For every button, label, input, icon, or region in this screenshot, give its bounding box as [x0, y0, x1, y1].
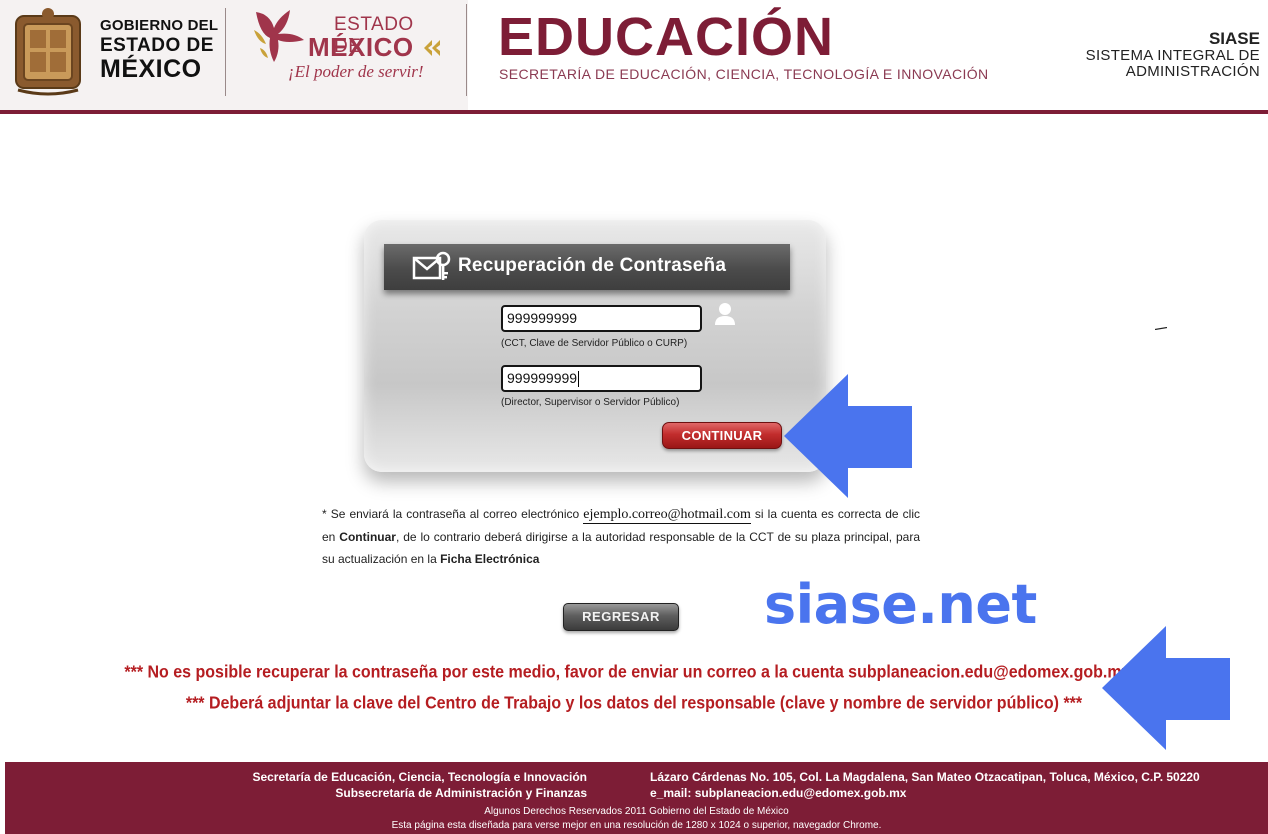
- siase-line2: SISTEMA INTEGRAL DE: [1085, 46, 1260, 64]
- user-id-value: 999999999: [507, 310, 578, 326]
- continue-button[interactable]: CONTINUAR: [662, 422, 782, 449]
- footer-resolution-note: Esta página esta diseñada para verse mej…: [391, 820, 882, 831]
- panel-title: Recuperación de Contraseña: [458, 255, 727, 276]
- header-divider: [466, 4, 467, 96]
- edomex-slogan: ¡El poder de servir!: [288, 62, 424, 81]
- gobierno-line2: ESTADO DE: [100, 35, 214, 56]
- gobierno-line1: GOBIERNO DEL: [100, 17, 219, 34]
- user-icon: [715, 303, 735, 325]
- back-button[interactable]: REGRESAR: [563, 603, 679, 631]
- footer-email: e_mail: subplaneacion.edu@edomex.gob.mx: [650, 786, 907, 800]
- info-bold-ficha: Ficha Electrónica: [440, 552, 540, 566]
- site-header: GOBIERNO DEL ESTADO DE MÉXICO ESTADO DE …: [0, 0, 1268, 114]
- gobierno-line3: MÉXICO: [100, 55, 202, 83]
- header-divider: [225, 8, 226, 96]
- stray-mark: [1155, 327, 1167, 330]
- edomex-logo: ESTADO DE MÉXICO ¡El poder de servir!: [248, 4, 444, 92]
- arrow-left-icon: [1102, 626, 1230, 750]
- user-id-hint: (CCT, Clave de Servidor Público o CURP): [501, 338, 688, 349]
- role-hint: (Director, Supervisor o Servidor Público…: [501, 397, 680, 408]
- siase-line3: ADMINISTRACIÓN: [1125, 62, 1260, 80]
- footer-address: Lázaro Cárdenas No. 105, Col. La Magdale…: [650, 770, 1200, 784]
- notice-line2: *** Deberá adjuntar la clave del Centro …: [185, 694, 1083, 713]
- mail-key-icon: [412, 251, 451, 280]
- recovery-email: ejemplo.correo@hotmail.com: [583, 507, 751, 524]
- user-id-input[interactable]: 999999999: [501, 305, 702, 332]
- info-bold-continuar: Continuar: [339, 530, 396, 544]
- header-rule: [0, 110, 1268, 114]
- gobierno-wordmark: GOBIERNO DEL ESTADO DE MÉXICO: [100, 18, 218, 82]
- edomex-mexico-text: MÉXICO: [308, 32, 414, 62]
- edomex-mark-icon: [424, 40, 440, 56]
- info-paragraph: * Se enviará la contraseña al correo ele…: [322, 503, 920, 570]
- educacion-subtitle: SECRETARÍA DE EDUCACIÓN, CIENCIA, TECNOL…: [499, 66, 989, 82]
- password-recovery-panel: Recuperación de Contraseña 999999999 (CC…: [364, 220, 826, 472]
- notice-line1: *** No es posible recuperar la contraseñ…: [124, 663, 1154, 682]
- watermark: siase.net: [764, 573, 1037, 636]
- siase-title: SIASE: [1208, 29, 1260, 48]
- role-value: 999999999: [507, 370, 578, 386]
- text-caret: [578, 371, 580, 388]
- info-part3: , de lo contrario deberá dirigirse a la …: [322, 530, 921, 566]
- siase-block: SIASE SISTEMA INTEGRAL DE ADMINISTRACIÓN: [1086, 30, 1260, 79]
- panel-header: Recuperación de Contraseña: [384, 244, 790, 290]
- seal-icon: [15, 8, 81, 96]
- arrow-left-icon: [784, 374, 912, 498]
- footer-secretaria: Secretaría de Educación, Ciencia, Tecnol…: [252, 770, 587, 784]
- role-input[interactable]: 999999999: [501, 365, 702, 392]
- footer-subsecretaria: Subsecretaría de Administración y Finanz…: [335, 786, 587, 800]
- footer-rights: Algunos Derechos Reservados 2011 Gobiern…: [484, 806, 789, 817]
- site-footer: Secretaría de Educación, Ciencia, Tecnol…: [5, 762, 1268, 834]
- educacion-title: EDUCACIÓN: [498, 7, 835, 67]
- edomex-bird-icon: [254, 10, 304, 62]
- info-part1: * Se enviará la contraseña al correo ele…: [322, 507, 584, 521]
